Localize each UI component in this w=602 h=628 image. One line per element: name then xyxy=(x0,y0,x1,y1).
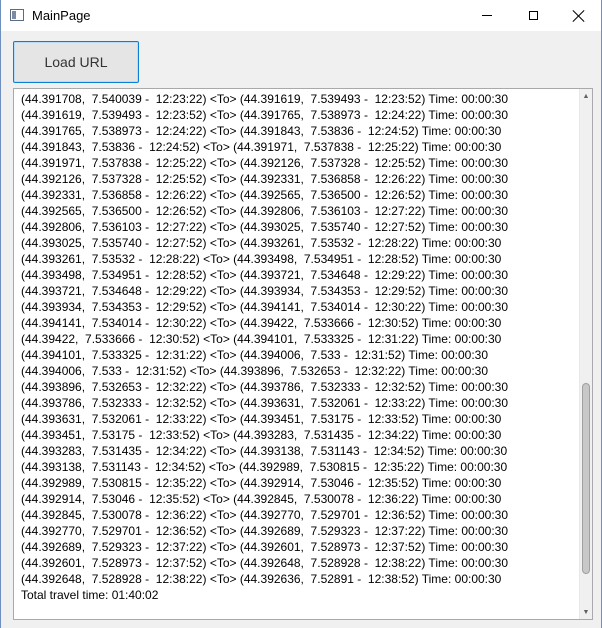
output-line: (44.393138, 7.531143 - 12:34:52) <To> (4… xyxy=(21,460,508,474)
output-text-area[interactable]: (44.391708, 7.540039 - 12:23:22) <To> (4… xyxy=(13,88,593,620)
output-line: (44.391708, 7.540039 - 12:23:22) <To> (4… xyxy=(21,92,509,106)
vertical-scrollbar[interactable]: ▲ ▼ xyxy=(579,89,592,619)
scrollbar-thumb[interactable] xyxy=(582,383,590,574)
minimize-icon xyxy=(482,15,492,16)
output-line: (44.393498, 7.534951 - 12:28:52) <To> (4… xyxy=(21,268,509,282)
output-line: (44.393025, 7.535740 - 12:27:52) <To> (4… xyxy=(21,236,502,250)
output-lines: (44.391708, 7.540039 - 12:23:22) <To> (4… xyxy=(21,91,576,603)
minimize-button[interactable] xyxy=(464,0,510,31)
maximize-button[interactable] xyxy=(510,0,556,31)
close-button[interactable] xyxy=(556,0,602,31)
output-line: (44.392601, 7.528973 - 12:37:52) <To> (4… xyxy=(21,556,509,570)
output-line: (44.393261, 7.53532 - 12:28:22) <To> (44… xyxy=(21,252,502,266)
output-line: (44.393896, 7.532653 - 12:32:22) <To> (4… xyxy=(21,380,509,394)
output-line: (44.393721, 7.534648 - 12:29:22) <To> (4… xyxy=(21,284,509,298)
output-line: (44.394006, 7.533 - 12:31:52) <To> (44.3… xyxy=(21,364,489,378)
scroll-up-arrow-icon[interactable]: ▲ xyxy=(580,89,592,103)
output-line: (44.392989, 7.530815 - 12:35:22) <To> (4… xyxy=(21,476,502,490)
output-line: (44.392806, 7.536103 - 12:27:22) <To> (4… xyxy=(21,220,509,234)
output-line: (44.392845, 7.530078 - 12:36:22) <To> (4… xyxy=(21,508,509,522)
title-bar[interactable]: MainPage xyxy=(1,0,601,31)
maximize-icon xyxy=(528,11,538,20)
load-url-button[interactable]: Load URL xyxy=(13,41,139,83)
main-window: MainPage Load URL (44.391708, 7.540039 -… xyxy=(0,0,602,628)
output-line: (44.394101, 7.533325 - 12:31:22) <To> (4… xyxy=(21,348,489,362)
output-line: (44.394141, 7.534014 - 12:30:22) <To> (4… xyxy=(21,316,502,330)
scroll-down-arrow-icon[interactable]: ▼ xyxy=(580,605,592,619)
output-line: (44.39422, 7.533666 - 12:30:52) <To> (44… xyxy=(21,332,502,346)
output-line: (44.391843, 7.53836 - 12:24:52) <To> (44… xyxy=(21,140,502,154)
output-line: (44.393283, 7.531435 - 12:34:22) <To> (4… xyxy=(21,444,508,458)
close-icon xyxy=(573,10,585,22)
output-line: (44.392331, 7.536858 - 12:26:22) <To> (4… xyxy=(21,188,509,202)
output-line: (44.392689, 7.529323 - 12:37:22) <To> (4… xyxy=(21,540,509,554)
window-title: MainPage xyxy=(32,8,91,23)
output-line: (44.393631, 7.532061 - 12:33:22) <To> (4… xyxy=(21,412,502,426)
output-line: (44.392914, 7.53046 - 12:35:52) <To> (44… xyxy=(21,492,502,506)
output-line: (44.393786, 7.532333 - 12:32:52) <To> (4… xyxy=(21,396,509,410)
output-line: (44.391619, 7.539493 - 12:23:52) <To> (4… xyxy=(21,108,509,122)
output-line: Total travel time: 01:40:02 xyxy=(21,588,159,602)
output-line: (44.392770, 7.529701 - 12:36:52) <To> (4… xyxy=(21,524,509,538)
output-line: (44.392648, 7.528928 - 12:38:22) <To> (4… xyxy=(21,572,502,586)
output-line: (44.391765, 7.538973 - 12:24:22) <To> (4… xyxy=(21,124,502,138)
output-line: (44.392126, 7.537328 - 12:25:52) <To> (4… xyxy=(21,172,509,186)
app-window-icon xyxy=(10,9,24,21)
output-line: (44.392565, 7.536500 - 12:26:52) <To> (4… xyxy=(21,204,509,218)
output-line: (44.393934, 7.534353 - 12:29:52) <To> (4… xyxy=(21,300,509,314)
output-line: (44.393451, 7.53175 - 12:33:52) <To> (44… xyxy=(21,428,502,442)
output-line: (44.391971, 7.537838 - 12:25:22) <To> (4… xyxy=(21,156,509,170)
